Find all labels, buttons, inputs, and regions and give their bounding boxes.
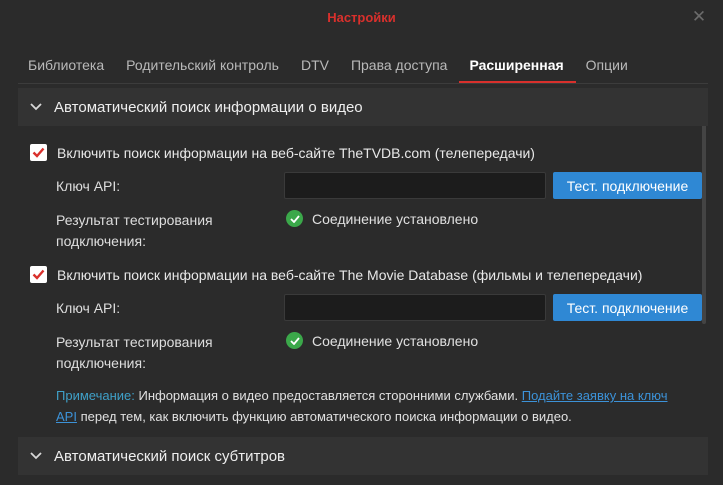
checkmark-icon: [32, 147, 45, 158]
success-check-icon: [286, 210, 303, 227]
section-title-video-info: Автоматический поиск информации о видео: [54, 98, 363, 116]
tvdb-status-text: Соединение установлено: [312, 210, 479, 227]
tvdb-test-result-label: Результат тестирования подключения:: [56, 212, 213, 249]
tmdb-test-result-status: Соединение установлено: [286, 332, 478, 349]
tab-access-rights[interactable]: Права доступа: [341, 50, 459, 83]
tab-parental-control[interactable]: Родительский контроль: [116, 50, 291, 83]
tmdb-api-key-input[interactable]: [284, 294, 546, 321]
note-label: Примечание:: [56, 388, 135, 403]
chevron-down-icon: [18, 452, 54, 460]
tab-bar: Библиотека Родительский контроль DTV Пра…: [18, 50, 640, 84]
close-icon[interactable]: ✕: [689, 7, 709, 27]
tmdb-enable-label: Включить поиск информации на веб-сайте T…: [57, 266, 643, 283]
tab-library[interactable]: Библиотека: [18, 50, 116, 83]
tvdb-test-connection-button[interactable]: Тест. подключение: [553, 172, 702, 199]
window-title: Настройки: [327, 10, 396, 25]
settings-window: Настройки ✕ Библиотека Родительский конт…: [0, 0, 723, 485]
section-header-subtitles[interactable]: Автоматический поиск субтитров: [18, 437, 708, 475]
note-text-after: перед тем, как включить функцию автомати…: [76, 409, 572, 424]
tab-advanced[interactable]: Расширенная: [459, 50, 576, 83]
tmdb-api-key-label: Ключ API:: [56, 300, 121, 316]
section-header-video-info[interactable]: Автоматический поиск информации о видео: [18, 88, 708, 126]
tvdb-api-key-label: Ключ API:: [56, 178, 121, 194]
section-title-subtitles: Автоматический поиск субтитров: [54, 447, 286, 465]
note-text-before: Информация о видео предоставляется сторо…: [134, 388, 522, 403]
advanced-settings-panel: Автоматический поиск информации о видео …: [18, 84, 708, 485]
tvdb-enable-row: Включить поиск информации на веб-сайте T…: [30, 144, 535, 161]
tmdb-enable-row: Включить поиск информации на веб-сайте T…: [30, 266, 642, 283]
tmdb-test-result-label: Результат тестирования подключения:: [56, 334, 213, 371]
tmdb-test-connection-button[interactable]: Тест. подключение: [553, 294, 702, 321]
tvdb-test-result-status: Соединение установлено: [286, 210, 478, 227]
title-bar: Настройки ✕: [0, 0, 723, 38]
api-key-note: Примечание: Информация о видео предостав…: [56, 385, 686, 427]
tmdb-status-text: Соединение установлено: [312, 332, 479, 349]
chevron-down-icon: [18, 103, 54, 111]
success-check-icon: [286, 332, 303, 349]
checkmark-icon: [32, 269, 45, 280]
tvdb-enable-checkbox[interactable]: [30, 144, 47, 161]
tab-options[interactable]: Опции: [576, 50, 640, 83]
tmdb-enable-checkbox[interactable]: [30, 266, 47, 283]
tab-dtv[interactable]: DTV: [291, 50, 341, 83]
tvdb-enable-label: Включить поиск информации на веб-сайте T…: [57, 144, 535, 161]
tvdb-api-key-input[interactable]: [284, 172, 546, 199]
